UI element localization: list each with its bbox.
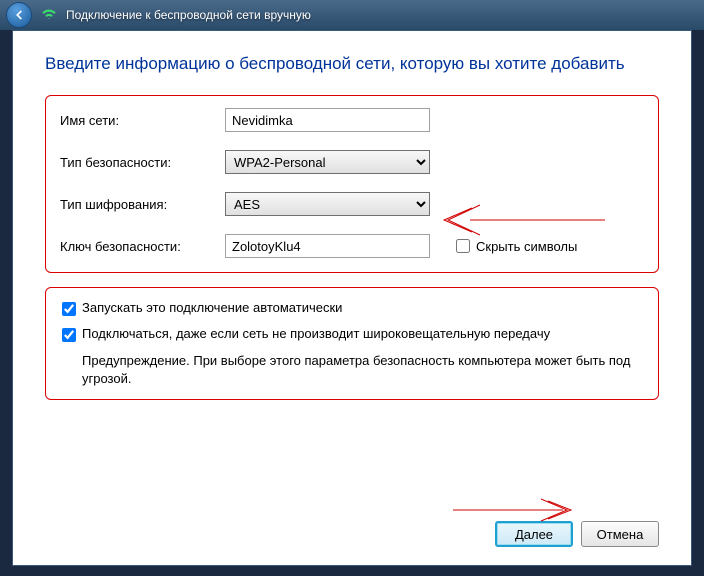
titlebar: Подключение к беспроводной сети вручную bbox=[0, 0, 704, 30]
security-key-input[interactable] bbox=[225, 234, 430, 258]
hide-chars-container: Скрыть символы bbox=[456, 239, 577, 254]
auto-connect-checkbox[interactable] bbox=[62, 302, 76, 316]
connect-hidden-label: Подключаться, даже если сеть не производ… bbox=[82, 326, 550, 341]
encryption-label: Тип шифрования: bbox=[60, 197, 225, 212]
form-annotation-box: Имя сети: Тип безопасности: WPA2-Persona… bbox=[45, 95, 659, 273]
security-type-select[interactable]: WPA2-Personal bbox=[225, 150, 430, 174]
dialog-frame: Введите информацию о беспроводной сети, … bbox=[12, 30, 692, 566]
warning-text: Предупреждение. При выборе этого парамет… bbox=[82, 352, 642, 387]
connect-hidden-checkbox[interactable] bbox=[62, 328, 76, 342]
next-button[interactable]: Далее bbox=[495, 521, 573, 547]
back-button[interactable] bbox=[6, 2, 32, 28]
network-name-label: Имя сети: bbox=[60, 113, 225, 128]
arrow-left-icon bbox=[12, 8, 26, 22]
spacer bbox=[45, 400, 659, 521]
wifi-icon bbox=[40, 5, 58, 26]
window-title: Подключение к беспроводной сети вручную bbox=[66, 8, 311, 22]
encryption-select[interactable]: AES bbox=[225, 192, 430, 216]
auto-connect-label: Запускать это подключение автоматически bbox=[82, 300, 342, 315]
hide-chars-checkbox[interactable] bbox=[456, 239, 470, 253]
connect-hidden-row: Подключаться, даже если сеть не производ… bbox=[62, 326, 642, 342]
auto-connect-row: Запускать это подключение автоматически bbox=[62, 300, 642, 316]
page-heading: Введите информацию о беспроводной сети, … bbox=[45, 53, 659, 75]
network-name-input[interactable] bbox=[225, 108, 430, 132]
row-security-type: Тип безопасности: WPA2-Personal bbox=[60, 150, 644, 174]
cancel-button[interactable]: Отмена bbox=[581, 521, 659, 547]
button-row: Далее Отмена bbox=[45, 521, 659, 547]
row-encryption: Тип шифрования: AES bbox=[60, 192, 644, 216]
security-key-label: Ключ безопасности: bbox=[60, 239, 225, 254]
security-type-label: Тип безопасности: bbox=[60, 155, 225, 170]
options-annotation-box: Запускать это подключение автоматически … bbox=[45, 287, 659, 400]
row-security-key: Ключ безопасности: Скрыть символы bbox=[60, 234, 644, 258]
hide-chars-label: Скрыть символы bbox=[476, 239, 577, 254]
row-network-name: Имя сети: bbox=[60, 108, 644, 132]
